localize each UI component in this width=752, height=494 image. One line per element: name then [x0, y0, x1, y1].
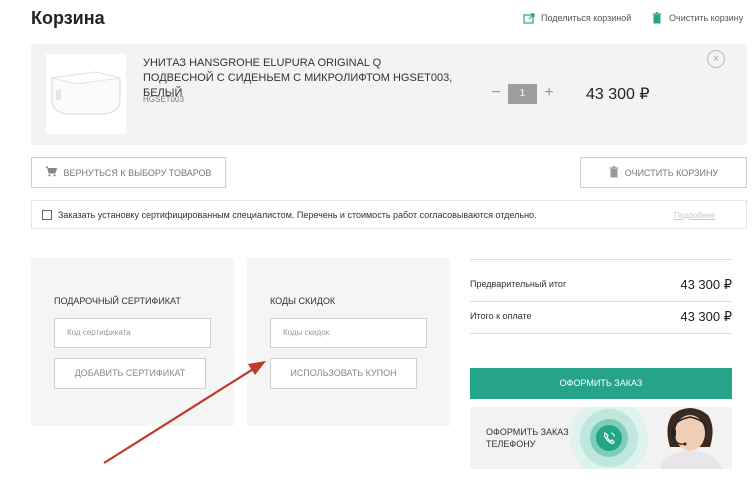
cart-item: УНИТАЗ HANSGROHE ELUPURA ORIGINAL Q ПОДВ…	[31, 44, 747, 145]
share-cart-link[interactable]: Поделиться корзиной	[523, 12, 631, 24]
quantity-decrease-button[interactable]: −	[489, 84, 503, 102]
total-label: Итого к оплате	[470, 311, 532, 321]
clear-cart-link[interactable]: Очистить корзину	[651, 12, 743, 24]
installation-more-link[interactable]: Подробнее	[674, 211, 716, 220]
summary-divider	[470, 333, 732, 334]
discount-code-input[interactable]: Коды скидок	[270, 318, 427, 348]
add-certificate-button[interactable]: ДОБАВИТЬ СЕРТИФИКАТ	[54, 358, 206, 389]
product-price: 43 300 ₽	[586, 86, 650, 103]
gift-certificate-panel: ПОДАРОЧНЫЙ СЕРТИФИКАТ Код сертификата ДО…	[31, 258, 234, 426]
installation-text[interactable]: Заказать установку сертифицированным спе…	[58, 210, 537, 220]
support-agent-image	[650, 407, 732, 469]
installation-option: Заказать установку сертифицированным спе…	[31, 200, 747, 229]
clear-cart-button[interactable]: ОЧИСТИТЬ КОРЗИНУ	[580, 157, 747, 188]
summary-divider	[470, 259, 732, 260]
phone-icon	[596, 425, 622, 451]
trash-icon	[651, 12, 663, 24]
share-cart-label: Поделиться корзиной	[541, 13, 632, 23]
apply-coupon-button[interactable]: ИСПОЛЬЗОВАТЬ КУПОН	[270, 358, 417, 389]
phone-order-banner[interactable]: ОФОРМИТЬ ЗАКАЗ ПО ТЕЛЕФОНУ	[470, 407, 732, 469]
share-icon	[523, 12, 535, 24]
subtotal-value: 43 300 ₽	[680, 277, 732, 292]
total-value: 43 300 ₽	[680, 309, 732, 324]
discount-codes-title: КОДЫ СКИДОК	[270, 296, 336, 306]
cart-icon	[45, 166, 58, 179]
page-title: Корзина	[31, 8, 105, 28]
quantity-increase-button[interactable]: +	[542, 84, 556, 102]
back-to-products-label: ВЕРНУТЬСЯ К ВЫБОРУ ТОВАРОВ	[63, 167, 212, 178]
installation-checkbox[interactable]	[42, 210, 52, 220]
discount-codes-panel: КОДЫ СКИДОК Коды скидок ИСПОЛЬЗОВАТЬ КУП…	[247, 258, 450, 426]
back-to-products-button[interactable]: ВЕРНУТЬСЯ К ВЫБОРУ ТОВАРОВ	[31, 157, 226, 188]
gift-certificate-title: ПОДАРОЧНЫЙ СЕРТИФИКАТ	[54, 296, 181, 306]
certificate-code-input[interactable]: Код сертификата	[54, 318, 211, 348]
product-name[interactable]: УНИТАЗ HANSGROHE ELUPURA ORIGINAL Q ПОДВ…	[143, 56, 453, 101]
quantity-input[interactable]: 1	[508, 84, 537, 104]
remove-item-button[interactable]: ×	[707, 50, 725, 68]
subtotal-label: Предварительный итог	[470, 279, 567, 289]
summary-divider	[470, 301, 732, 302]
clear-cart-label: Очистить корзину	[669, 13, 744, 23]
product-sku: HGSET003	[143, 95, 184, 104]
clear-cart-button-label: ОЧИСТИТЬ КОРЗИНУ	[624, 167, 719, 178]
place-order-button[interactable]: ОФОРМИТЬ ЗАКАЗ	[470, 368, 732, 399]
trash-icon	[609, 165, 619, 180]
product-image[interactable]	[46, 54, 126, 134]
